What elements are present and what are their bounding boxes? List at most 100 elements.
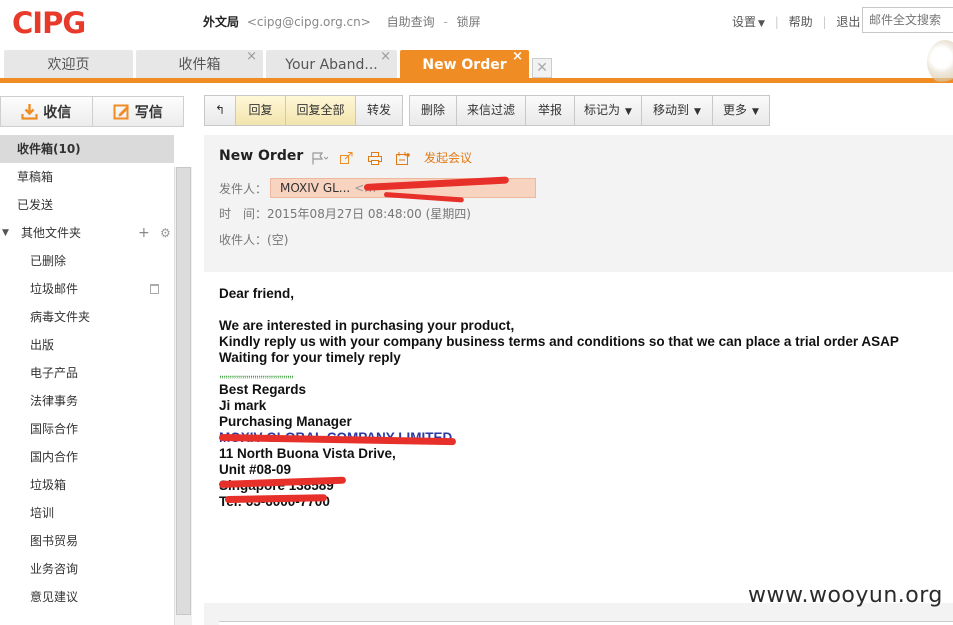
folder-drafts[interactable]: 草稿箱 <box>0 163 174 191</box>
help-link[interactable]: 帮助 <box>789 15 813 29</box>
tab-new-order[interactable]: New Order × <box>400 49 529 80</box>
compose-label: 写信 <box>134 104 163 121</box>
watermark: www.wooyun.org <box>748 583 943 608</box>
more-label: 更多 <box>723 103 748 117</box>
folder-label: 已删除 <box>30 254 67 268</box>
search-input[interactable] <box>862 7 953 33</box>
settings-menu[interactable]: 设置 ▼ <box>732 15 765 29</box>
reply-button[interactable]: 回复 <box>235 95 286 126</box>
tab-label: New Order <box>422 57 507 73</box>
folder-spam[interactable]: 垃圾邮件 <box>0 275 174 303</box>
folder-training[interactable]: 培训 <box>0 499 174 527</box>
folder-feedback[interactable]: 意见建议 <box>0 583 174 611</box>
back-button[interactable]: ↰ <box>204 95 236 126</box>
tab-label: 收件箱 <box>178 57 221 73</box>
mail-subject: New Order <box>219 148 304 164</box>
folder-list: 收件箱(10) 草稿箱 已发送 ▼ 其他文件夹 + ⚙ 已删除 垃圾邮件 病毒文… <box>0 135 174 611</box>
empty-trash-icon[interactable] <box>150 284 159 294</box>
mark-as-dropdown[interactable]: 标记为 ▼ <box>574 95 642 126</box>
folder-electronics[interactable]: 电子产品 <box>0 359 174 387</box>
svg-text:CIPG: CIPG <box>12 6 85 38</box>
body-paragraph: Kindly reply us with your company busine… <box>219 334 899 349</box>
from-label: 发件人： <box>219 182 268 196</box>
folder-deleted[interactable]: 已删除 <box>0 247 174 275</box>
mail-actions: 发起会议 <box>312 149 472 166</box>
move-to-dropdown[interactable]: 移动到 ▼ <box>641 95 713 126</box>
mark-as-label: 标记为 <box>584 103 621 117</box>
cipg-logo[interactable]: CIPG <box>12 6 100 38</box>
scrollbar-thumb[interactable] <box>176 167 191 615</box>
chevron-down-icon: ▼ <box>625 107 632 117</box>
folder-label: 病毒文件夹 <box>30 310 91 324</box>
folder-publishing[interactable]: 出版 <box>0 331 174 359</box>
settings-label: 设置 <box>732 15 757 29</box>
tab-inbox[interactable]: 收件箱 × <box>136 49 263 80</box>
close-all-tabs-icon[interactable]: ✕ <box>532 58 552 78</box>
folder-domestic[interactable]: 国内合作 <box>0 443 174 471</box>
reply-label: 回复 <box>248 103 273 117</box>
body-paragraph: We are interested in purchasing your pro… <box>219 318 515 333</box>
folder-group-label: 其他文件夹 <box>21 226 82 240</box>
lock-screen-link[interactable]: 锁屏 <box>457 15 481 29</box>
top-bar: CIPG 外文局 <cipg@cipg.org.cn> 自助查询 - 锁屏 设置… <box>0 0 953 46</box>
time-value: 2015年08月27日 08:48:00 (星期四) <box>267 207 471 221</box>
compose-buttons: 收信 写信 <box>0 96 184 127</box>
add-folder-icon[interactable]: + <box>138 219 150 247</box>
receive-label: 收信 <box>43 104 72 121</box>
folder-label: 垃圾邮件 <box>30 282 79 296</box>
to-label: 收件人： <box>219 233 268 247</box>
separator: - <box>443 15 448 29</box>
folder-label: 业务咨询 <box>30 562 79 576</box>
sidebar-scrollbar[interactable] <box>174 167 192 625</box>
filter-button[interactable]: 来信过滤 <box>456 95 526 126</box>
report-button[interactable]: 举报 <box>525 95 575 126</box>
forward-button[interactable]: 转发 <box>355 95 403 126</box>
body-address: Unit #08-09 <box>219 462 292 477</box>
chevron-down-icon: ▼ <box>752 107 759 117</box>
folder-label: 法律事务 <box>30 394 79 408</box>
mail-header: New Order 发起会议 发件人： MOXIV GL...<m 时 间：20… <box>204 135 953 272</box>
folder-sent[interactable]: 已发送 <box>0 191 174 219</box>
self-service-link[interactable]: 自助查询 <box>387 15 435 29</box>
body-regards: Best Regards <box>219 382 307 397</box>
folder-label: 已发送 <box>17 198 54 212</box>
open-new-window-icon[interactable] <box>340 151 354 164</box>
tab-bar: 欢迎页 收件箱 × Your Aband... × New Order × ✕ <box>0 48 953 82</box>
meeting-icon[interactable] <box>396 151 410 165</box>
tab-abandoned[interactable]: Your Aband... × <box>266 49 397 80</box>
sender-name: MOXIV GL... <box>280 181 351 195</box>
compose-button[interactable]: 写信 <box>91 97 184 126</box>
account-info: 外文局 <cipg@cipg.org.cn> 自助查询 - 锁屏 <box>203 13 481 30</box>
tab-label: Your Aband... <box>285 57 378 73</box>
time-row: 时 间：2015年08月27日 08:48:00 (星期四) <box>219 205 471 222</box>
folder-virus[interactable]: 病毒文件夹 <box>0 303 174 331</box>
close-icon[interactable]: × <box>512 42 523 72</box>
delete-button[interactable]: 删除 <box>409 95 457 126</box>
folder-group-other[interactable]: ▼ 其他文件夹 + ⚙ <box>0 219 174 247</box>
folder-legal[interactable]: 法律事务 <box>0 387 174 415</box>
start-meeting-link[interactable]: 发起会议 <box>424 149 472 166</box>
move-to-label: 移动到 <box>653 103 690 117</box>
folder-consulting[interactable]: 业务咨询 <box>0 555 174 583</box>
tab-welcome[interactable]: 欢迎页 <box>4 50 133 80</box>
collapse-icon[interactable]: ▼ <box>2 219 9 247</box>
folder-inbox[interactable]: 收件箱(10) <box>0 135 174 163</box>
close-icon[interactable]: × <box>380 42 391 72</box>
folder-label: 培训 <box>30 506 55 520</box>
forward-label: 转发 <box>366 103 391 117</box>
to-value: (空) <box>267 233 289 247</box>
logout-link[interactable]: 退出 <box>836 15 860 29</box>
receive-button[interactable]: 收信 <box>1 97 92 126</box>
delete-label: 删除 <box>420 103 445 117</box>
close-icon[interactable]: × <box>246 42 257 72</box>
top-links: 设置 ▼ | 帮助 | 退出 <box>732 13 860 30</box>
flag-icon[interactable] <box>312 151 329 164</box>
more-dropdown[interactable]: 更多 ▼ <box>712 95 770 126</box>
folder-intl[interactable]: 国际合作 <box>0 415 174 443</box>
folder-book-trade[interactable]: 图书贸易 <box>0 527 174 555</box>
body-commas: ,,,,,,,,,,,,,,,,,,,,,,,,,,,,,,,,,,,, <box>219 368 294 380</box>
gear-icon[interactable]: ⚙ <box>160 219 171 247</box>
reply-all-button[interactable]: 回复全部 <box>285 95 356 126</box>
print-icon[interactable] <box>368 151 382 165</box>
folder-trash[interactable]: 垃圾箱 <box>0 471 174 499</box>
